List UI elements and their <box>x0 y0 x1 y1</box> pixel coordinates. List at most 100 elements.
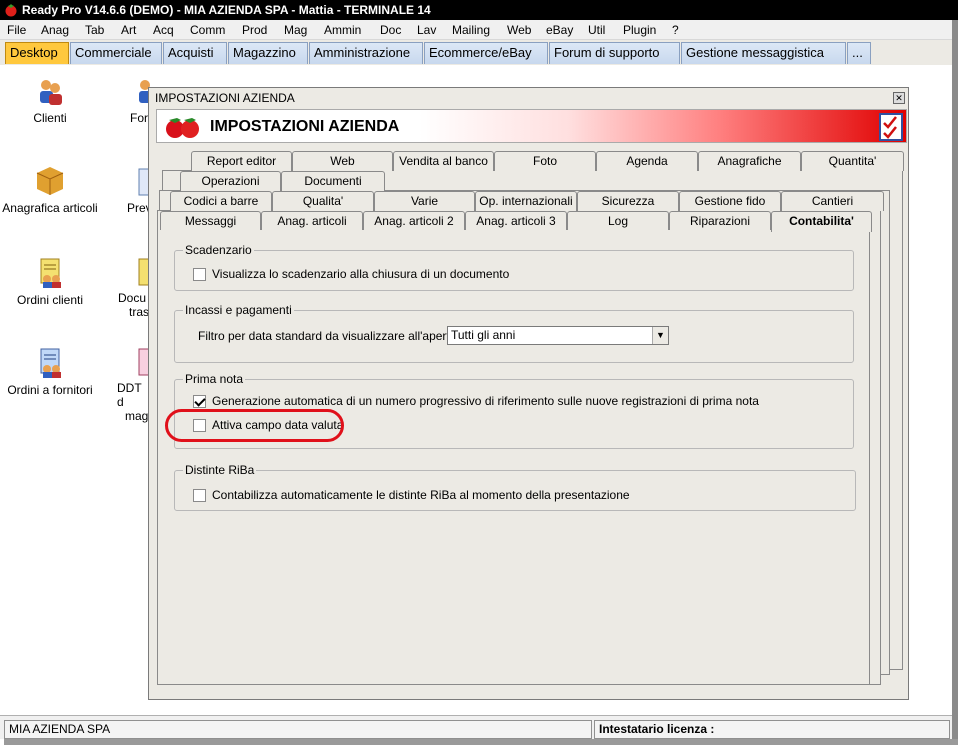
menu-lav[interactable]: Lav <box>417 23 436 37</box>
filter-label: Filtro per data standard da visualizzare… <box>198 329 474 343</box>
checkbox-label: Generazione automatica di un numero prog… <box>212 394 759 408</box>
tab-web[interactable]: Web <box>292 151 393 171</box>
close-icon[interactable]: ✕ <box>893 92 905 104</box>
tab-vendita-banco[interactable]: Vendita al banco <box>393 151 494 171</box>
tab-documenti[interactable]: Documenti <box>281 171 385 191</box>
tab-foto[interactable]: Foto <box>494 151 596 171</box>
icon-label: trasp <box>129 305 156 319</box>
tab-amministrazione[interactable]: Amministrazione <box>309 42 423 64</box>
app-title-bar: Ready Pro V14.6.6 (DEMO) - MIA AZIENDA S… <box>0 0 958 20</box>
status-license: Intestatario licenza : <box>594 720 950 739</box>
tab-commerciale[interactable]: Commerciale <box>70 42 162 64</box>
tab-sicurezza[interactable]: Sicurezza <box>577 191 679 211</box>
tab-messaggistica[interactable]: Gestione messaggistica <box>681 42 846 64</box>
orders-icon <box>40 258 61 288</box>
tab-qualita[interactable]: Qualita' <box>272 191 374 211</box>
tab-forum[interactable]: Forum di supporto <box>549 42 680 64</box>
desktop-icon-anagrafica-articoli[interactable]: Anagrafica articoli <box>0 165 100 215</box>
tab-operazioni[interactable]: Operazioni <box>180 171 281 191</box>
icon-label: Docu <box>118 291 147 305</box>
checkbox-scadenzario[interactable]: Visualizza lo scadenzario alla chiusura … <box>193 267 509 281</box>
group-legend: Scadenzario <box>183 243 254 257</box>
checkbox-label: Contabilizza automaticamente le distinte… <box>212 488 630 502</box>
date-filter-select[interactable]: Tutti gli anni ▼ <box>447 326 669 345</box>
menu-art[interactable]: Art <box>121 23 136 37</box>
desktop-icon-documenti-trasporto[interactable]: Docu trasp <box>118 257 156 319</box>
main-tab-bar: Desktop Commerciale Acquisti Magazzino A… <box>0 40 952 65</box>
users-icon <box>40 80 62 105</box>
tab-riparazioni[interactable]: Riparazioni <box>669 211 771 231</box>
checkbox-box[interactable] <box>193 488 206 502</box>
tab-report-editor[interactable]: Report editor <box>191 151 292 171</box>
menu-doc[interactable]: Doc <box>380 23 401 37</box>
window-shadow-bottom <box>4 739 958 745</box>
menu-mailing[interactable]: Mailing <box>452 23 490 37</box>
tab-agenda[interactable]: Agenda <box>596 151 698 171</box>
menu-acq[interactable]: Acq <box>153 23 174 37</box>
icon-label: Ordini clienti <box>16 293 84 307</box>
tab-desktop[interactable]: Desktop <box>5 42 69 64</box>
box-icon <box>36 167 64 195</box>
tab-anag-articoli[interactable]: Anag. articoli <box>261 211 363 231</box>
menu-util[interactable]: Util <box>588 23 605 37</box>
desktop-icon-fornitori[interactable]: Forn <box>110 77 155 125</box>
dialog-header: IMPOSTAZIONI AZIENDA <box>156 109 907 143</box>
tab-cantieri[interactable]: Cantieri <box>781 191 884 211</box>
tab-anag-articoli-2[interactable]: Anag. articoli 2 <box>363 211 465 231</box>
tab-quantita[interactable]: Quantita' <box>801 151 904 171</box>
menu-prod[interactable]: Prod <box>242 23 267 37</box>
tab-log[interactable]: Log <box>567 211 669 231</box>
checklist-icon[interactable] <box>879 113 903 144</box>
chevron-down-icon[interactable]: ▼ <box>652 327 668 344</box>
desktop-icon-preventivi[interactable]: Prev <box>127 167 152 215</box>
group-legend: Incassi e pagamenti <box>183 303 294 317</box>
tab-magazzino[interactable]: Magazzino <box>228 42 308 64</box>
checkbox-label: Visualizza lo scadenzario alla chiusura … <box>212 267 510 281</box>
window-shadow-right <box>952 20 958 745</box>
dialog-title-bar: IMPOSTAZIONI AZIENDA <box>149 88 908 108</box>
checkbox-progressivo[interactable]: Generazione automatica di un numero prog… <box>193 394 759 408</box>
menu-tab[interactable]: Tab <box>85 23 104 37</box>
group-legend: Prima nota <box>183 372 246 386</box>
menu-help[interactable]: ? <box>672 23 679 37</box>
menu-comm[interactable]: Comm <box>190 23 225 37</box>
desktop-icon-ordini-fornitori[interactable]: Ordini a fornitori <box>0 347 100 397</box>
contabilita-panel <box>157 230 870 685</box>
icon-label: DDT d <box>117 381 142 409</box>
status-bar: MIA AZIENDA SPA Intestatario licenza : <box>0 715 952 739</box>
checkbox-riba[interactable]: Contabilizza automaticamente le distinte… <box>193 488 630 502</box>
tab-acquisti[interactable]: Acquisti <box>163 42 227 64</box>
menu-web[interactable]: Web <box>507 23 531 37</box>
tab-op-internazionali[interactable]: Op. internazionali <box>475 191 577 211</box>
desktop-icon-ordini-clienti[interactable]: Ordini clienti <box>0 257 100 307</box>
strawberries-icon <box>163 114 203 143</box>
desktop-icon-clienti[interactable]: Clienti <box>0 77 100 125</box>
highlight-ellipse <box>165 409 344 442</box>
menu-ebay[interactable]: eBay <box>546 23 573 37</box>
menu-file[interactable]: File <box>7 23 26 37</box>
tab-messaggi[interactable]: Messaggi <box>160 211 261 231</box>
tab-more[interactable]: ... <box>847 42 871 64</box>
menu-ammin[interactable]: Ammin <box>324 23 361 37</box>
menu-plugin[interactable]: Plugin <box>623 23 656 37</box>
menu-anag[interactable]: Anag <box>41 23 69 37</box>
icon-label: Ordini a fornitori <box>7 383 93 397</box>
icon-label: Anagrafica articoli <box>2 201 98 215</box>
dialog-title: IMPOSTAZIONI AZIENDA <box>155 91 295 105</box>
menu-bar: File Anag Tab Art Acq Comm Prod Mag Ammi… <box>0 20 952 40</box>
tab-gestione-fido[interactable]: Gestione fido <box>679 191 781 211</box>
group-legend: Distinte RiBa <box>183 463 257 477</box>
tab-ecommerce[interactable]: Ecommerce/eBay <box>424 42 548 64</box>
checkbox-box[interactable] <box>193 394 206 408</box>
tab-varie[interactable]: Varie <box>374 191 475 211</box>
window-title: Ready Pro V14.6.6 (DEMO) - MIA AZIENDA S… <box>22 3 431 17</box>
tab-anagrafiche[interactable]: Anagrafiche <box>698 151 801 171</box>
tab-contabilita[interactable]: Contabilita' <box>771 211 872 232</box>
status-company: MIA AZIENDA SPA <box>4 720 592 739</box>
tab-anag-articoli-3[interactable]: Anag. articoli 3 <box>465 211 567 231</box>
desktop-icon-ddt-magazzino[interactable]: DDT d maga <box>117 347 155 423</box>
menu-mag[interactable]: Mag <box>284 23 307 37</box>
dialog-header-title: IMPOSTAZIONI AZIENDA <box>210 118 400 135</box>
checkbox-box[interactable] <box>193 267 206 281</box>
tab-codici-barre[interactable]: Codici a barre <box>170 191 272 211</box>
